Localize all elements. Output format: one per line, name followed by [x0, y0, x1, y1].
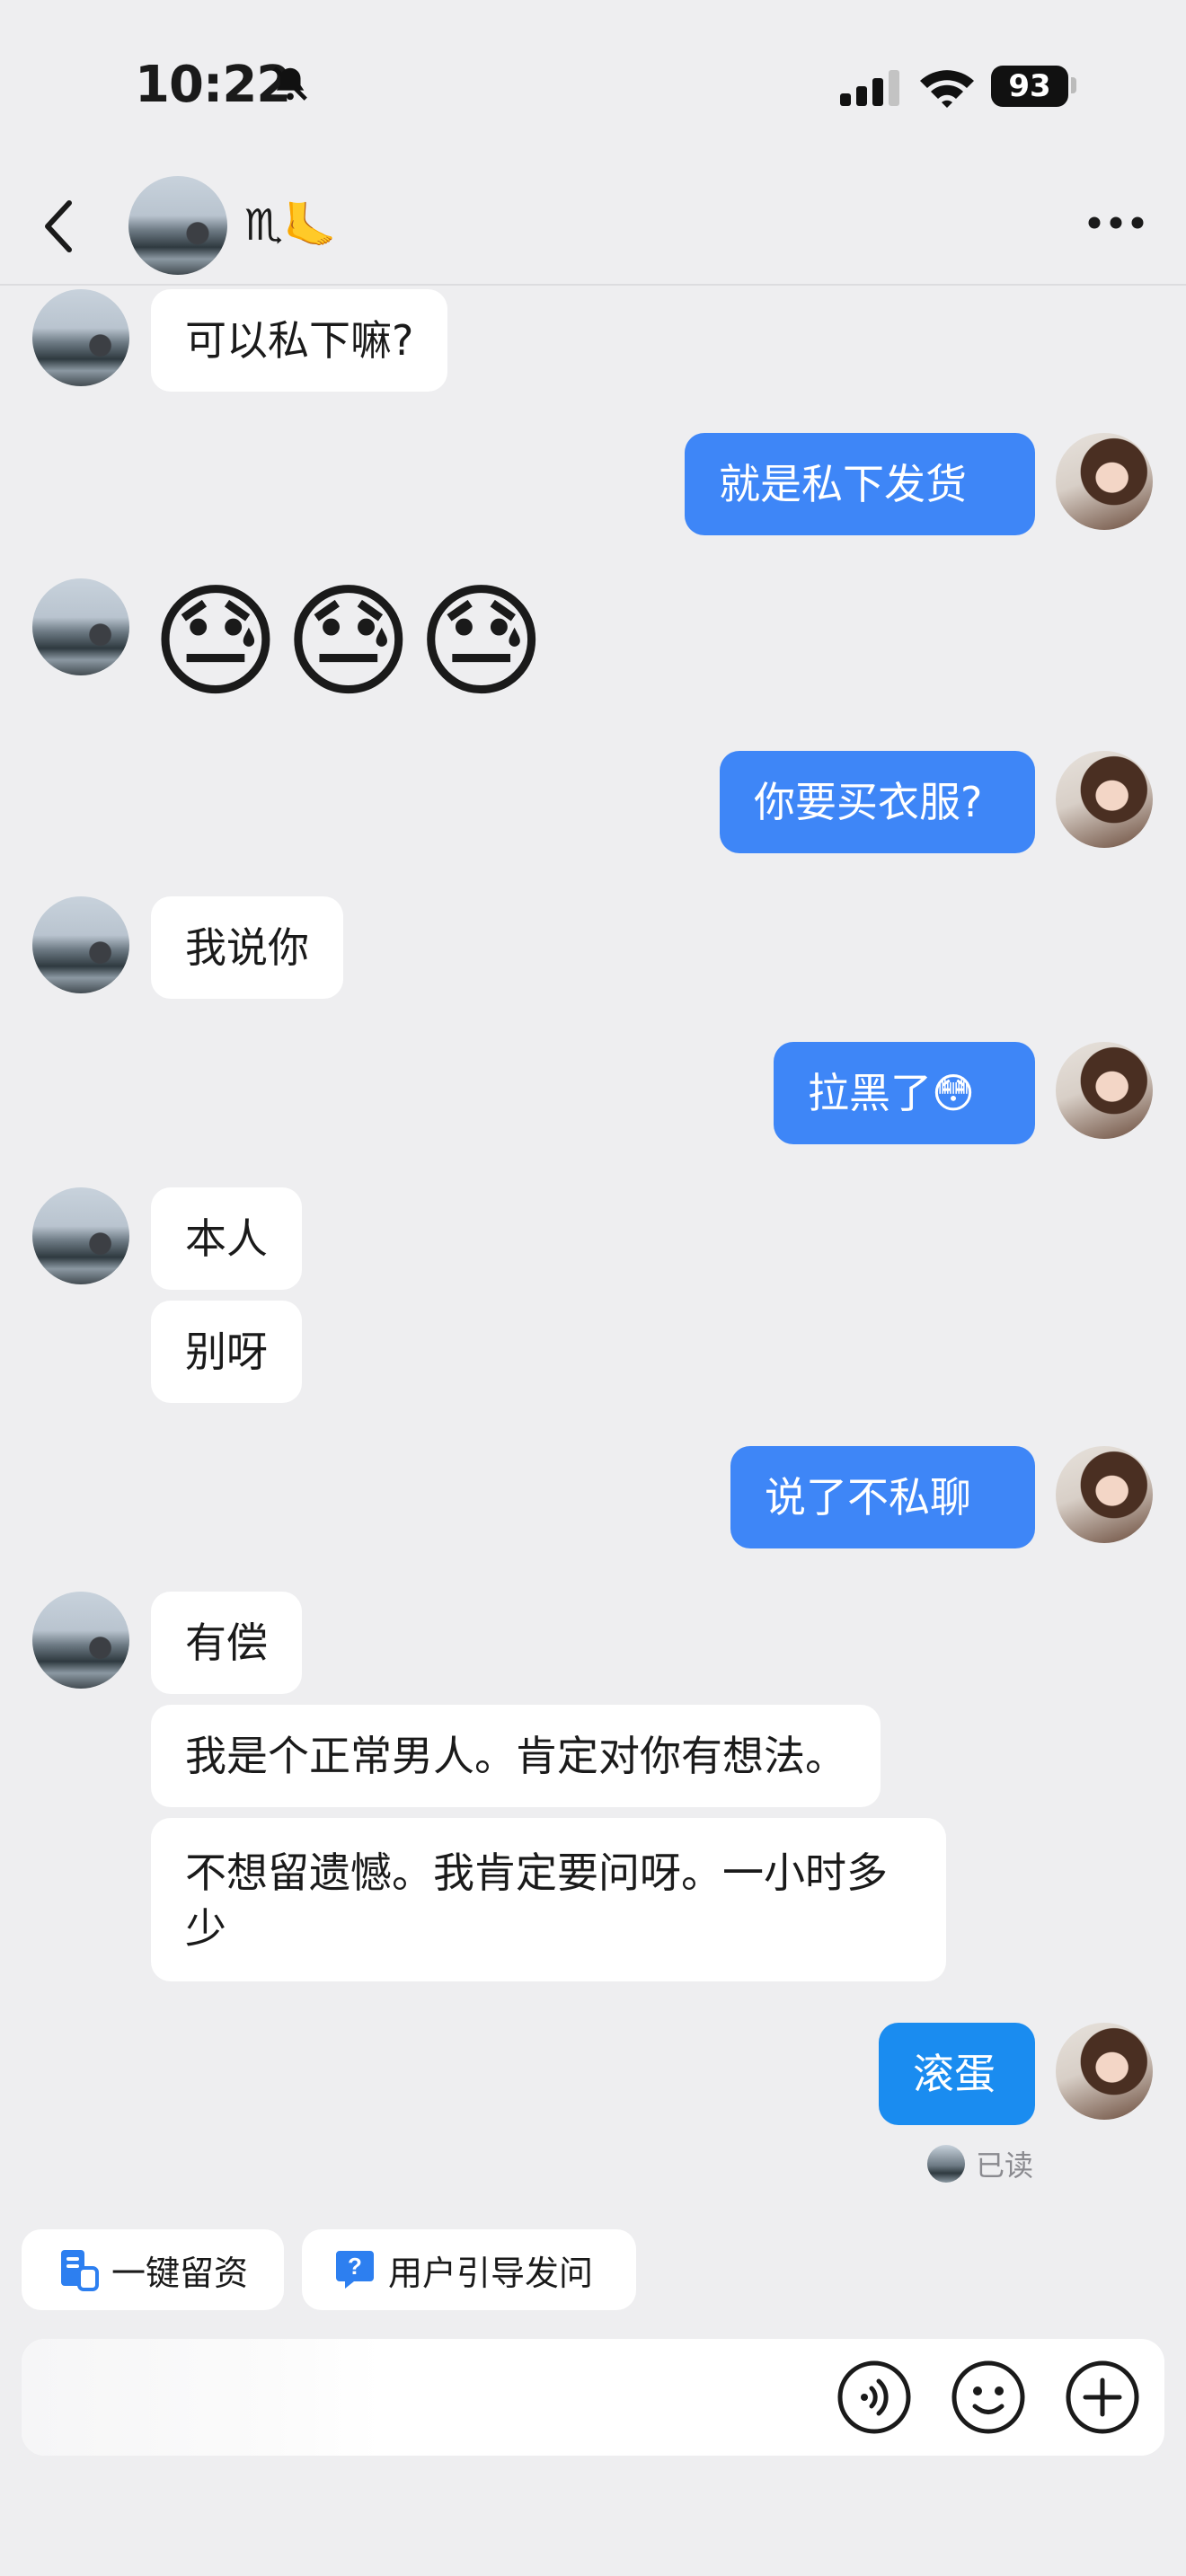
message-bubble-incoming[interactable]: 不想留遗憾。我肯定要问呀。一小时多少 — [151, 1818, 946, 1981]
message-bubble-incoming[interactable]: 我是个正常男人。肯定对你有想法。 — [151, 1705, 881, 1807]
my-avatar[interactable] — [1056, 1042, 1153, 1139]
message-bubble-incoming[interactable]: 本人 — [151, 1187, 302, 1290]
message-bubble-outgoing[interactable]: 拉黑了😳 — [774, 1042, 1035, 1144]
lead-form-icon — [59, 2248, 99, 2291]
wifi-icon — [920, 70, 974, 108]
message-bubble-outgoing[interactable]: 你要买衣服? — [720, 751, 1035, 853]
battery-cap — [1071, 77, 1076, 93]
message-bubble-incoming[interactable]: 有偿 — [151, 1592, 302, 1694]
back-arrow-icon[interactable] — [40, 198, 76, 255]
message-bubble-incoming[interactable]: 我说你 — [151, 896, 343, 999]
question-icon: ? — [334, 2249, 376, 2290]
svg-text:?: ? — [348, 2253, 362, 2280]
message-bubble-incoming[interactable]: 可以私下嘛? — [151, 289, 448, 392]
my-avatar[interactable] — [1056, 2023, 1153, 2120]
quick-action-label: 用户引导发问 — [388, 2253, 594, 2293]
sender-avatar[interactable] — [32, 289, 129, 386]
input-placeholder-area — [22, 2339, 381, 2456]
more-options-icon[interactable] — [1087, 216, 1145, 230]
my-avatar[interactable] — [1056, 1446, 1153, 1543]
sender-avatar[interactable] — [32, 896, 129, 993]
message-bubble-incoming[interactable]: 别呀 — [151, 1301, 302, 1403]
battery-level: 93 — [991, 66, 1068, 107]
message-emoji-incoming[interactable]: 😓😓😓 — [151, 575, 550, 710]
header-divider — [0, 284, 1186, 286]
my-avatar[interactable] — [1056, 751, 1153, 848]
message-bubble-outgoing[interactable]: 就是私下发货 — [685, 433, 1035, 535]
read-receipt-label: 已读 — [976, 2148, 1034, 2183]
plus-icon[interactable] — [1062, 2357, 1143, 2438]
signal-icon — [840, 70, 899, 106]
sender-avatar[interactable] — [32, 1592, 129, 1689]
quick-action-label: 一键留资 — [111, 2253, 249, 2293]
bell-muted-icon — [273, 66, 307, 101]
status-time: 10:22 — [135, 56, 291, 114]
quick-action-lead-form[interactable]: 一键留资 — [22, 2229, 284, 2310]
contact-name[interactable]: ♏🦶 — [244, 199, 337, 251]
sender-avatar[interactable] — [32, 578, 129, 675]
sender-avatar[interactable] — [32, 1187, 129, 1284]
quick-action-guide-question[interactable]: ? 用户引导发问 — [302, 2229, 636, 2310]
voice-icon[interactable] — [834, 2357, 915, 2438]
my-avatar[interactable] — [1056, 433, 1153, 530]
contact-avatar[interactable] — [128, 176, 227, 275]
read-receipt-avatar — [927, 2145, 965, 2183]
message-bubble-outgoing[interactable]: 说了不私聊 — [730, 1446, 1035, 1548]
emoji-icon[interactable] — [948, 2357, 1029, 2438]
message-bubble-outgoing[interactable]: 滚蛋 — [879, 2023, 1035, 2125]
